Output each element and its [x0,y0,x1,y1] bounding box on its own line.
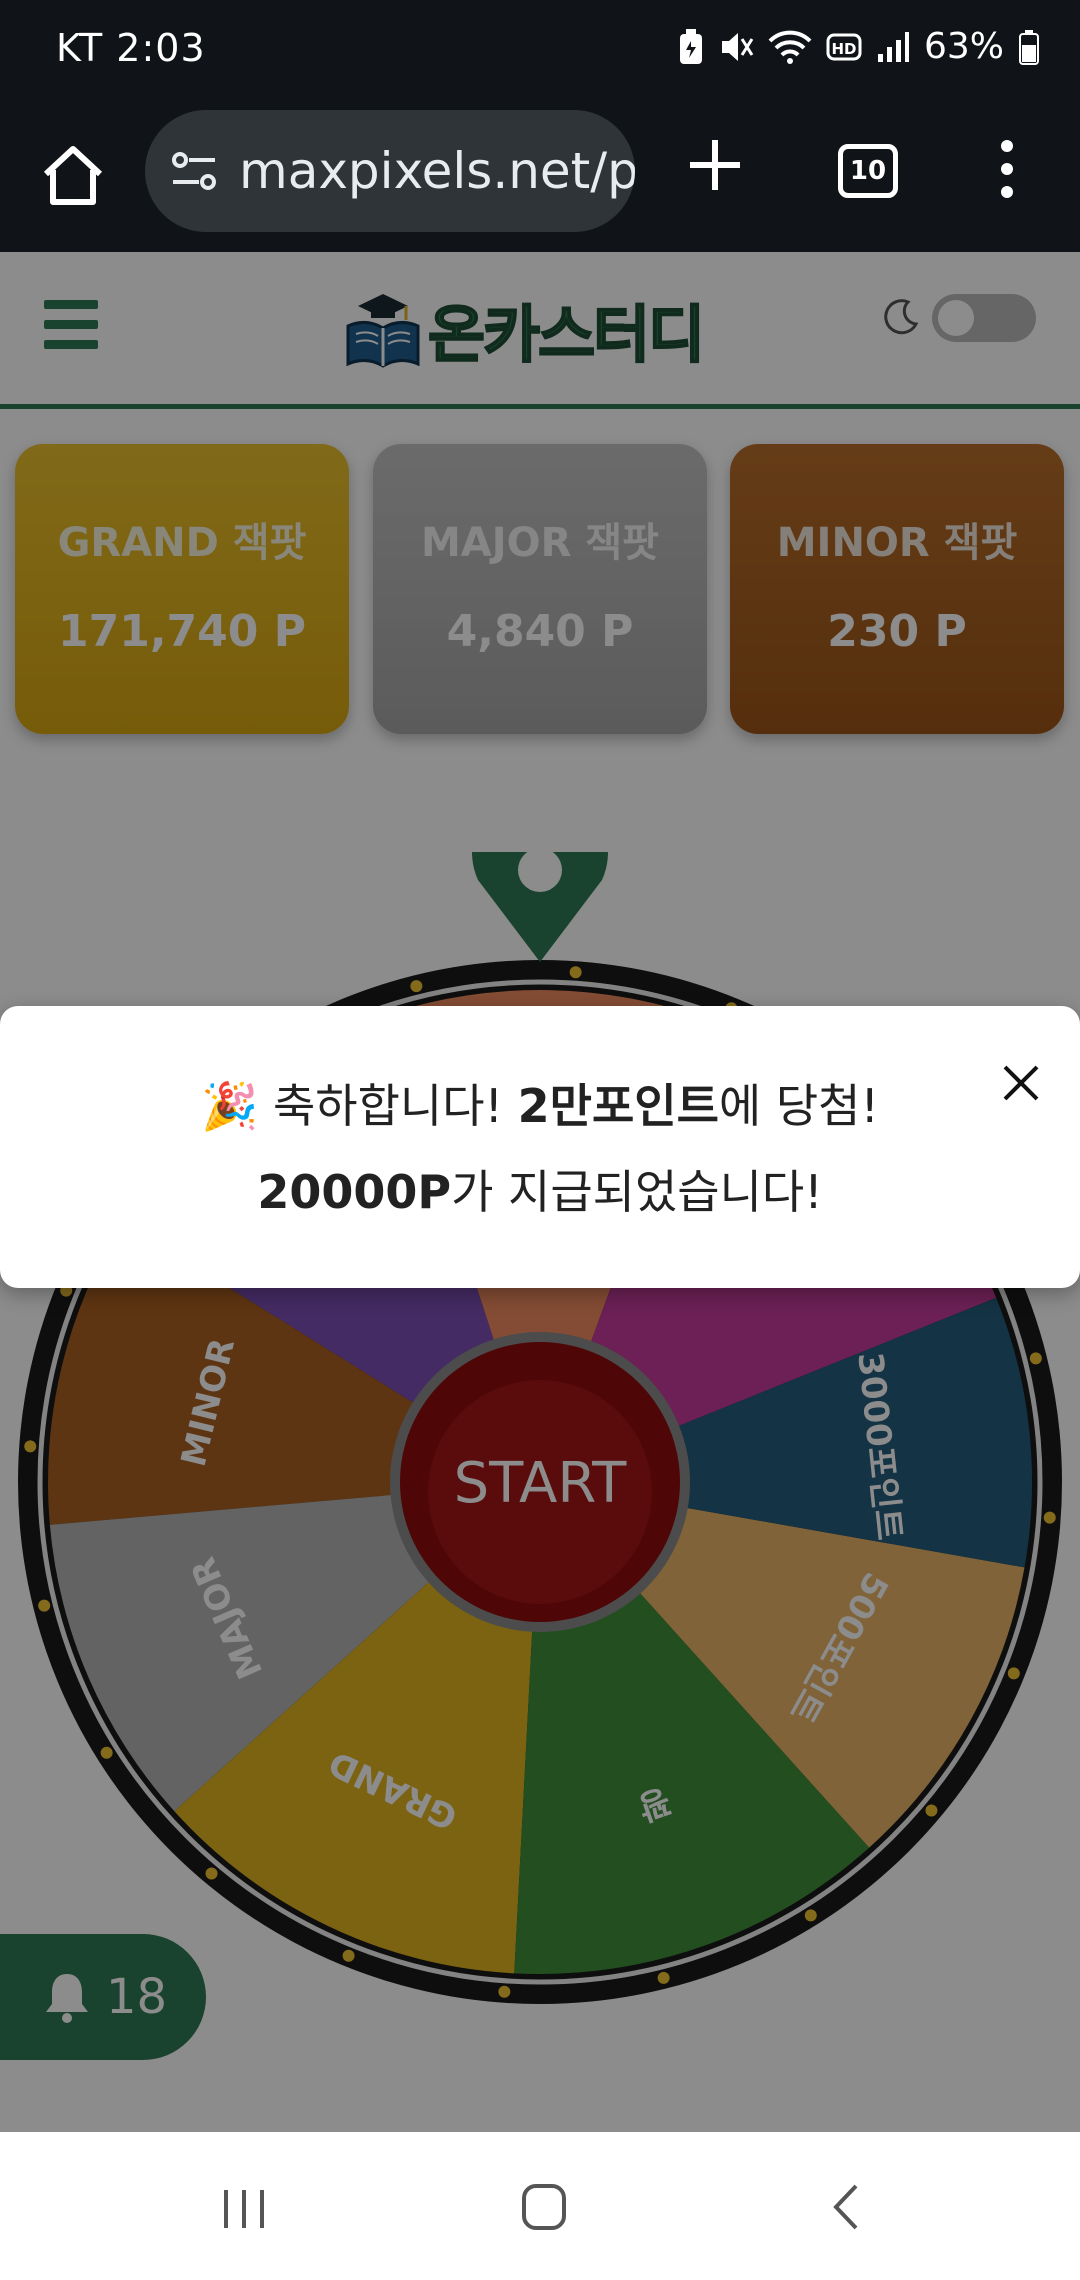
back-icon[interactable] [830,2182,860,2232]
battery-saver-icon [678,28,704,66]
status-icons: HD 63% [678,26,1040,67]
carrier: KT [56,26,104,70]
recent-apps-icon[interactable] [220,2186,268,2232]
win-toast: 🎉 축하합니다! 2만포인트에 당첨! 20000P가 지급되었습니다! [0,1006,1080,1288]
clock: 2:03 [116,26,206,70]
status-bar: KT 2:03 HD 63% [0,0,1080,104]
toast-message-line1: 🎉 축하합니다! 2만포인트에 당첨! [0,1070,1080,1136]
battery-percent: 63% [923,26,1004,67]
toast-text: 에 당첨! [718,1079,879,1133]
toast-text: 축하합니다! [272,1079,518,1133]
site-settings-icon[interactable] [167,144,221,198]
home-icon[interactable] [38,140,108,210]
battery-icon [1018,29,1040,65]
address-bar[interactable]: maxpixels.net/p [145,110,635,232]
party-popper-icon: 🎉 [201,1079,259,1133]
toast-message-line2: 20000P가 지급되었습니다! [0,1156,1080,1222]
url-text: maxpixels.net/p [239,142,635,200]
svg-text:HD: HD [831,40,856,58]
toast-points: 20000P [257,1165,452,1219]
toast-text: 가 지급되었습니다! [451,1165,823,1219]
status-carrier-time: KT 2:03 [56,26,206,70]
system-nav-bar [0,2132,1080,2280]
close-icon[interactable] [1000,1062,1042,1104]
tab-switcher-button[interactable]: 10 [838,144,898,198]
more-menu-icon[interactable] [992,134,1022,204]
browser-toolbar: maxpixels.net/p 10 [0,104,1080,252]
signal-icon [876,30,910,64]
hd-icon: HD [826,31,862,63]
wifi-icon [768,29,812,65]
mute-icon [718,29,754,65]
toast-prize: 2만포인트 [517,1079,719,1133]
new-tab-icon[interactable] [680,130,750,200]
home-nav-icon[interactable] [520,2182,568,2232]
